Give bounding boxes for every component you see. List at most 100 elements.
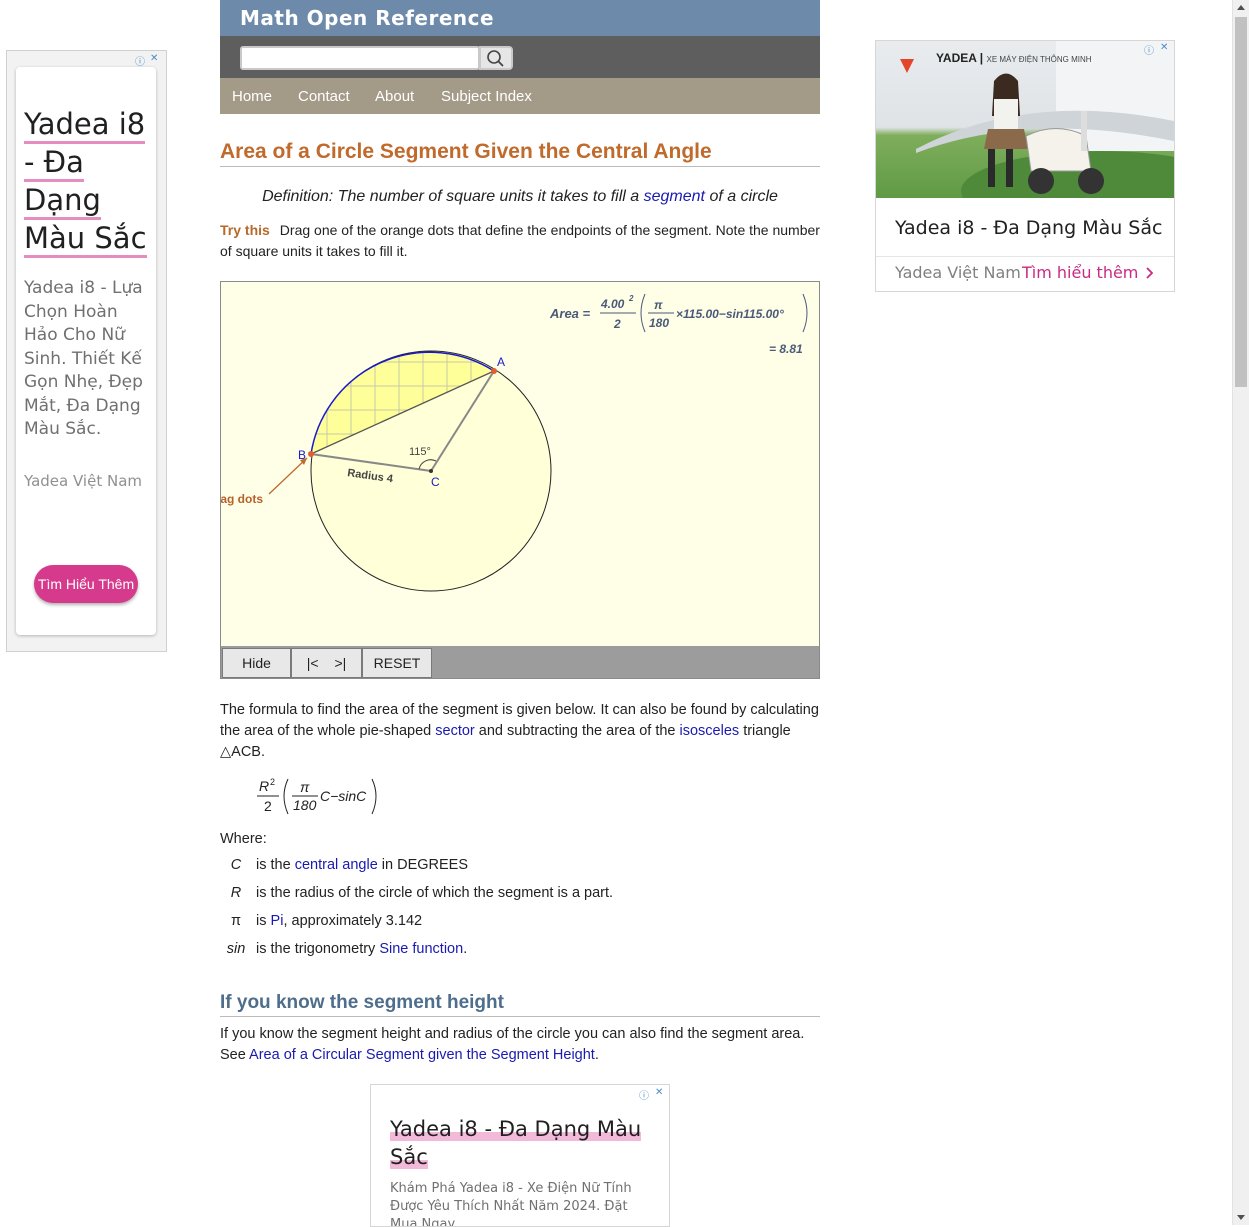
center-point <box>429 469 433 473</box>
ad-card[interactable]: Yadea i8 - Đa Dạng Màu Sắc Yadea i8 - Lự… <box>16 67 156 635</box>
nav-contact[interactable]: Contact <box>298 88 350 105</box>
where-text: , approximately 3.142 <box>283 913 423 929</box>
ad-headline[interactable]: Yadea i8 - Đa Dạng Màu Sắc <box>390 1115 650 1171</box>
ad-cta-button[interactable]: Tìm Hiểu Thêm <box>34 565 138 603</box>
label-b: B <box>298 448 306 462</box>
reset-button[interactable]: RESET <box>362 648 432 678</box>
drag-dot-b[interactable] <box>308 451 314 457</box>
ad-advertiser[interactable]: Yadea Việt Nam <box>24 472 142 490</box>
drag-hint-arrow <box>268 457 308 495</box>
nav-home[interactable]: Home <box>232 88 272 105</box>
drag-hint: Drag dots <box>221 492 263 506</box>
try-this-label: Try this <box>220 222 270 238</box>
where-row-pi: π is Pi, approximately 3.142 <box>220 913 422 929</box>
ad-learn-more-link[interactable]: Tìm hiểu thêm <box>1022 263 1155 282</box>
where-text: is <box>256 913 267 929</box>
label-a: A <box>497 355 505 369</box>
ad-image[interactable]: YADEA | XE MÁY ĐIỆN THÔNG MINH ⓘ ✕ <box>876 41 1174 198</box>
formula-exponent: 2 <box>628 294 634 303</box>
definition-prefix: Definition: The number of square units i… <box>262 188 640 205</box>
where-row-sin: sin is the trigonometry Sine function. <box>220 941 468 957</box>
ad-headline-line: Dạng <box>24 183 101 220</box>
intro-text-2: and subtracting the area of the <box>478 723 676 739</box>
search-input[interactable] <box>240 46 480 70</box>
central-angle-link[interactable]: central angle <box>295 857 378 873</box>
try-this: Try this Drag one of the orange dots that… <box>220 220 820 262</box>
segment-link[interactable]: segment <box>644 188 705 205</box>
formula-denominator: 2 <box>613 317 621 331</box>
site-header: Math Open Reference <box>220 0 820 36</box>
ad-headline[interactable]: Yadea i8 - Đa Dạng Màu Sắc <box>24 105 152 258</box>
formula-pi: π <box>654 298 663 312</box>
adchoices-icon[interactable]: ⓘ <box>1144 42 1154 57</box>
where-text: in DEGREES <box>381 857 469 873</box>
formula-numerator: 4.00 <box>600 297 625 311</box>
scroll-down-icon[interactable] <box>1237 1215 1245 1220</box>
prev-step-button[interactable]: |< <box>307 655 319 671</box>
nav-subject-index[interactable]: Subject Index <box>441 88 532 105</box>
formula-pi-sym: π <box>300 779 310 795</box>
segment-applet: A B C 115° Radius 4 Drag dots Area = 4.0… <box>220 281 820 679</box>
where-sym: π <box>230 913 241 929</box>
applet-controls: Hide |< >| RESET <box>221 646 819 678</box>
where-text: is the <box>256 857 291 873</box>
ad-body: Khám Phá Yadea i8 - Xe Điện Nữ Tính Được… <box>390 1181 632 1227</box>
height-text-end: . <box>594 1047 599 1063</box>
ad-headline[interactable]: Yadea i8 - Đa Dạng Màu Sắc <box>895 217 1162 239</box>
page-title: Area of a Circle Segment Given the Centr… <box>220 140 820 167</box>
sine-function-link[interactable]: Sine function <box>379 941 463 957</box>
search-button[interactable] <box>479 46 513 70</box>
definition-suffix: of a circle <box>709 188 778 205</box>
height-section-text: If you know the segment height and radiu… <box>220 1024 820 1066</box>
segment-height-link[interactable]: Area of a Circular Segment given the Seg… <box>249 1047 595 1063</box>
ad-close-icon[interactable]: ✕ <box>150 53 158 64</box>
formula-180: 180 <box>649 316 669 330</box>
applet-canvas: A B C 115° Radius 4 Drag dots Area = 4.0… <box>221 293 808 592</box>
ad-headline-text: Yadea i8 - Đa Dạng Màu Sắc <box>390 1117 642 1169</box>
hide-button[interactable]: Hide <box>222 648 291 678</box>
segment-formula: R 2 2 π 180 C−sinC <box>257 777 377 815</box>
area-label: Area = <box>549 306 591 321</box>
formula-intro: The formula to find the area of the segm… <box>220 700 820 763</box>
ad-divider <box>876 256 1174 257</box>
ad-headline-line: - Đa <box>24 145 84 182</box>
formula-result: = 8.81 <box>769 342 803 356</box>
scroll-up-icon[interactable] <box>1237 5 1245 10</box>
where-text: is the trigonometry <box>256 941 376 957</box>
yadea-logo-icon <box>900 59 914 73</box>
formula-r-exp: 2 <box>270 777 275 787</box>
definition: Definition: The number of square units i… <box>220 188 820 206</box>
step-buttons: |< >| <box>291 648 362 678</box>
ad-close-icon[interactable]: ✕ <box>655 1087 663 1098</box>
scroll-thumb[interactable] <box>1235 17 1247 387</box>
where-row-c: C is the central angle in DEGREES <box>220 857 468 873</box>
main-nav: Home Contact About Subject Index <box>220 78 820 114</box>
ad-advertiser[interactable]: Yadea Việt Nam <box>895 263 1021 282</box>
next-step-button[interactable]: >| <box>335 655 347 671</box>
site-title[interactable]: Math Open Reference <box>240 6 494 30</box>
ad-brand: YADEA | XE MÁY ĐIỆN THÔNG MINH <box>936 51 1092 65</box>
ad-bottom[interactable]: ⓘ ✕ Yadea i8 - Đa Dạng Màu Sắc Khám Phá … <box>370 1084 670 1227</box>
angle-label: 115° <box>409 446 431 458</box>
ad-close-icon[interactable]: ✕ <box>1160 42 1168 53</box>
search-icon <box>487 50 504 67</box>
ad-left[interactable]: ⓘ ✕ Yadea i8 - Đa Dạng Màu Sắc Yadea i8 … <box>6 50 167 652</box>
ad-brand-name: YADEA <box>936 51 977 65</box>
pi-link[interactable]: Pi <box>271 913 284 929</box>
vertical-scrollbar[interactable] <box>1232 0 1249 1225</box>
nav-about[interactable]: About <box>375 88 414 105</box>
chevron-right-icon <box>1146 267 1154 279</box>
adchoices-icon[interactable]: ⓘ <box>135 53 145 68</box>
where-sym: C <box>230 857 242 873</box>
formula-r-den: 2 <box>264 798 272 814</box>
sector-link[interactable]: sector <box>435 723 475 739</box>
adchoices-icon[interactable]: ⓘ <box>639 1087 649 1102</box>
ad-headline-line: Yadea i8 <box>24 107 146 144</box>
where-row-r: R is the radius of the circle of which t… <box>220 885 613 901</box>
isosceles-link[interactable]: isosceles <box>680 723 740 739</box>
area-formula: Area = 4.00 2 2 π 180 ×115.00−sin115.00°… <box>549 293 808 356</box>
ad-right[interactable]: YADEA | XE MÁY ĐIỆN THÔNG MINH ⓘ ✕ Yadea… <box>875 40 1175 292</box>
section-heading-height: If you know the segment height <box>220 992 820 1017</box>
search-bar <box>220 36 820 78</box>
ad-body: Yadea i8 - Lựa Chọn Hoàn Hảo Cho Nữ Sinh… <box>24 278 143 439</box>
